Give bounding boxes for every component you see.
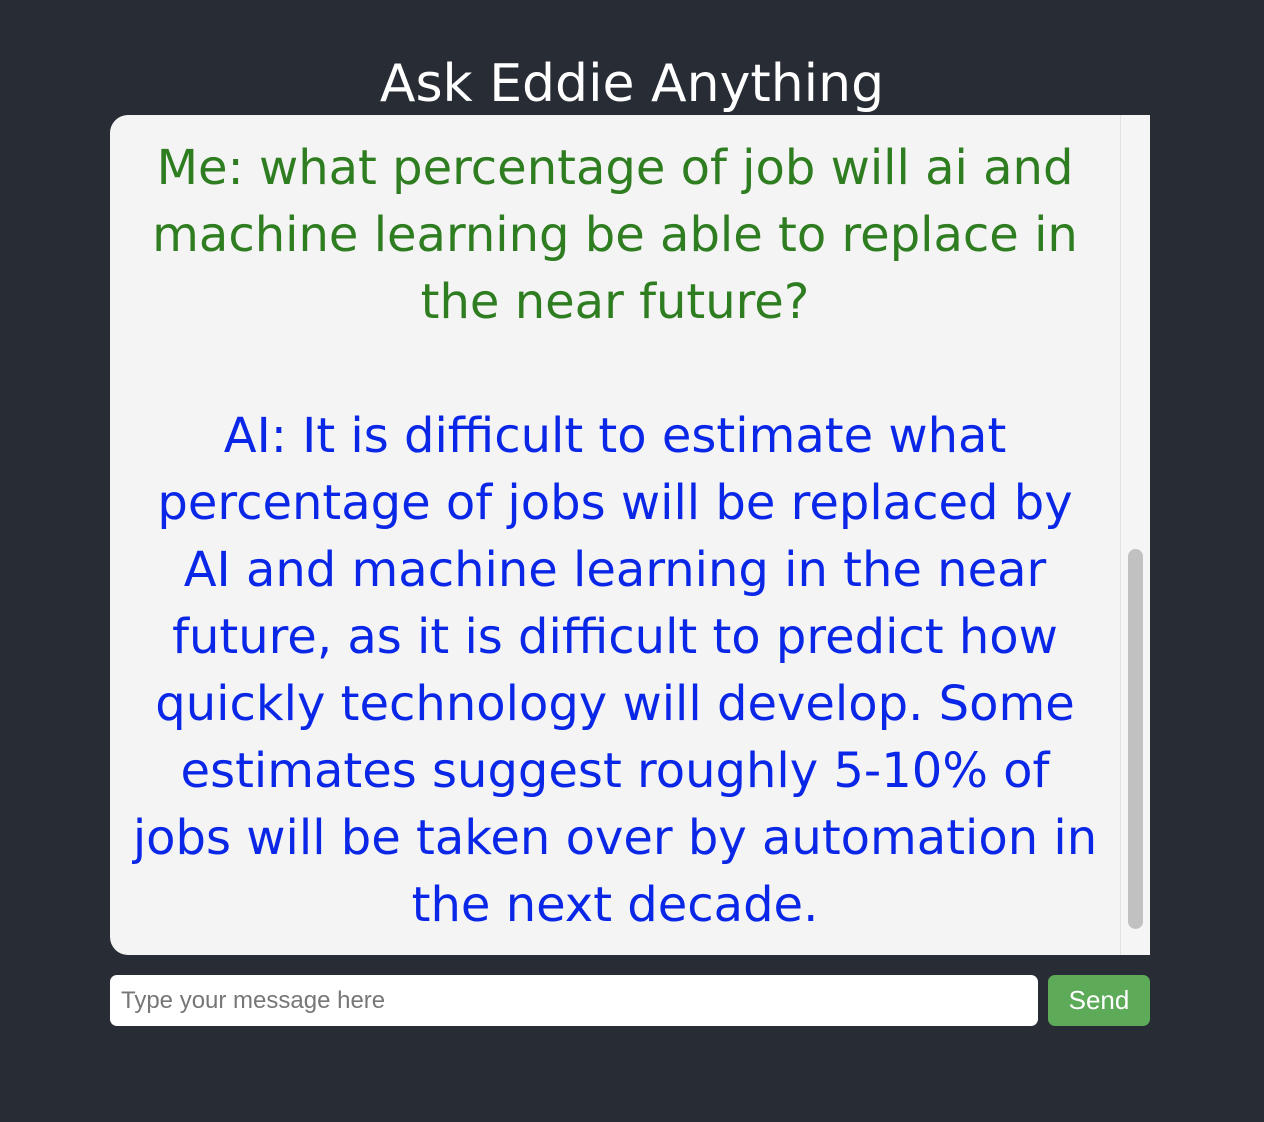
scrollbar-track[interactable] [1120,115,1150,955]
page-title: Ask Eddie Anything [379,54,885,114]
scrollbar-thumb[interactable] [1128,549,1143,929]
ai-message: AI: It is difficult to estimate what per… [132,408,1098,933]
message-list[interactable]: Me: what percentage of job will ai and m… [110,115,1120,955]
send-button[interactable]: Send [1048,975,1150,1026]
composer: Send [110,975,1150,1026]
message-input[interactable] [110,975,1038,1026]
app-page: Ask Eddie Anything Me: what percentage o… [0,0,1264,1122]
chat-window: Me: what percentage of job will ai and m… [110,115,1150,955]
user-message: Me: what percentage of job will ai and m… [152,140,1078,330]
